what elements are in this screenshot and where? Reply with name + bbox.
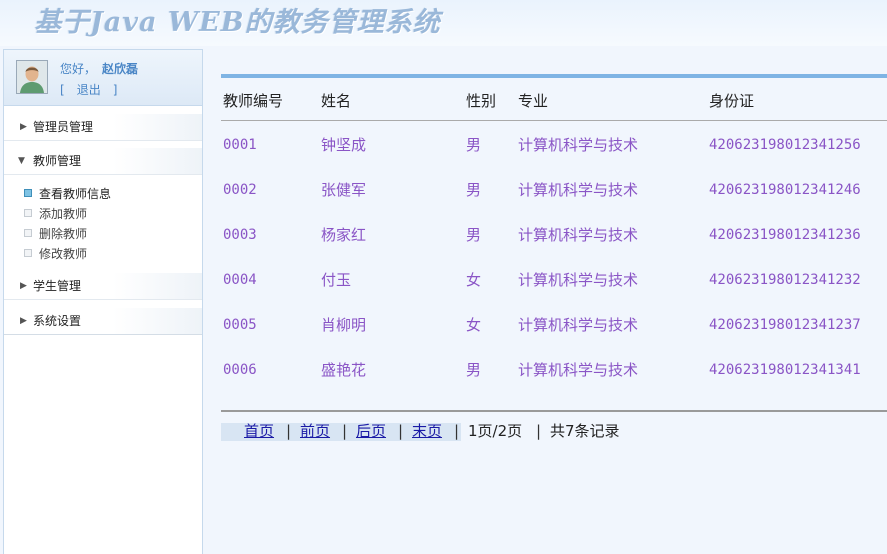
user-panel: 您好， 赵欣磊 [ 退出] — [4, 50, 202, 106]
cell-gender: 男 — [466, 181, 482, 199]
cell-gender: 男 — [466, 361, 482, 379]
menu-teacher-management[interactable]: ▼ 教师管理 — [4, 148, 202, 175]
menu-label: 系统设置 — [33, 314, 82, 328]
submenu-add-teacher[interactable]: 添加教师 — [24, 204, 87, 224]
cell-major: 计算机科学与技术 — [518, 181, 639, 199]
column-header-id-card: 身份证 — [709, 92, 755, 110]
table-bottom-divider — [221, 410, 887, 412]
pager-separator: | — [342, 422, 348, 440]
first-page-link[interactable]: 首页 — [244, 422, 274, 441]
table-header-divider — [221, 120, 887, 121]
cell-name: 盛艳花 — [321, 361, 367, 379]
cell-id-card: 420623198012341237 — [709, 317, 861, 333]
submenu-label: 修改教师 — [39, 247, 88, 261]
cell-name: 钟坚成 — [321, 136, 367, 154]
cell-gender: 女 — [466, 271, 482, 289]
caret-right-icon: ▶ — [20, 316, 27, 326]
cell-major: 计算机科学与技术 — [518, 316, 639, 334]
total-records: 共7条记录 — [550, 422, 620, 440]
page-info: 1页/2页 — [468, 422, 523, 440]
cell-gender: 女 — [466, 316, 482, 334]
last-page-link[interactable]: 末页 — [412, 422, 442, 441]
submenu-edit-teacher[interactable]: 修改教师 — [24, 244, 87, 264]
submenu-label: 删除教师 — [39, 227, 88, 241]
pager-separator: | — [398, 422, 404, 440]
menu-admin-management[interactable]: ▶ 管理员管理 — [4, 114, 202, 141]
cell-id-card: 420623198012341232 — [709, 272, 861, 288]
cell-name: 肖柳明 — [321, 316, 367, 334]
cell-gender: 男 — [466, 226, 482, 244]
cell-id-card: 420623198012341236 — [709, 227, 861, 243]
pagination: 首页 | 前页 | 后页 | 末页 | 1页/2页 | 共7条记录 — [221, 422, 887, 441]
user-avatar-icon — [17, 61, 47, 93]
cell-id-card: 420623198012341256 — [709, 137, 861, 153]
pager-separator: | — [454, 422, 460, 440]
cell-teacher-id: 0002 — [223, 182, 257, 198]
menu-student-management[interactable]: ▶ 学生管理 — [4, 273, 202, 300]
menu-label: 学生管理 — [33, 279, 82, 293]
app-title: 基于Java WEB的教务管理系统 — [34, 7, 441, 38]
pager-separator: | — [286, 422, 292, 440]
cell-teacher-id: 0005 — [223, 317, 257, 333]
bullet-icon — [24, 189, 32, 197]
menu-label: 管理员管理 — [33, 120, 94, 134]
submenu-label: 查看教师信息 — [39, 187, 112, 201]
avatar — [16, 60, 48, 94]
content-top-bar — [221, 74, 887, 78]
logout-link[interactable]: 退出 — [77, 83, 101, 97]
bullet-icon — [24, 249, 32, 257]
caret-down-icon: ▼ — [18, 156, 25, 166]
caret-right-icon: ▶ — [20, 122, 27, 132]
cell-major: 计算机科学与技术 — [518, 136, 639, 154]
bracket-close: ] — [112, 83, 118, 97]
cell-name: 杨家红 — [321, 226, 367, 244]
cell-major: 计算机科学与技术 — [518, 226, 639, 244]
greeting-text: 您好， — [60, 62, 97, 76]
cell-id-card: 420623198012341246 — [709, 182, 861, 198]
column-header-major: 专业 — [518, 92, 549, 110]
cell-gender: 男 — [466, 136, 482, 154]
logout-area: [ 退出] — [60, 81, 117, 98]
pager-separator: | — [536, 422, 542, 440]
submenu-label: 添加教师 — [39, 207, 88, 221]
next-page-link[interactable]: 后页 — [356, 422, 386, 441]
cell-teacher-id: 0001 — [223, 137, 257, 153]
column-header-gender: 性别 — [466, 92, 497, 110]
bullet-icon — [24, 209, 32, 217]
menu-label: 教师管理 — [33, 154, 82, 168]
sidebar: 您好， 赵欣磊 [退出] ▶ 管理员管理 ▼ 教师管理 查看教师信息 添加教师 … — [3, 49, 203, 554]
sidebar-divider — [4, 334, 202, 335]
prev-page-link[interactable]: 前页 — [300, 422, 330, 441]
column-header-name: 姓名 — [321, 92, 352, 110]
bracket-open: [ — [60, 83, 65, 97]
menu-system-settings[interactable]: ▶ 系统设置 — [4, 308, 202, 335]
cell-teacher-id: 0003 — [223, 227, 257, 243]
cell-name: 张健军 — [321, 181, 367, 199]
app-header: 基于Java WEB的教务管理系统 — [0, 0, 887, 46]
cell-teacher-id: 0004 — [223, 272, 257, 288]
caret-right-icon: ▶ — [20, 281, 27, 291]
cell-name: 付玉 — [321, 271, 352, 289]
submenu-view-teachers[interactable]: 查看教师信息 — [24, 184, 111, 204]
cell-major: 计算机科学与技术 — [518, 271, 639, 289]
cell-major: 计算机科学与技术 — [518, 361, 639, 379]
column-header-teacher-id: 教师编号 — [223, 92, 284, 110]
username: 赵欣磊 — [102, 62, 139, 76]
submenu-delete-teacher[interactable]: 删除教师 — [24, 224, 87, 244]
cell-id-card: 420623198012341341 — [709, 362, 861, 378]
bullet-icon — [24, 229, 32, 237]
cell-teacher-id: 0006 — [223, 362, 257, 378]
